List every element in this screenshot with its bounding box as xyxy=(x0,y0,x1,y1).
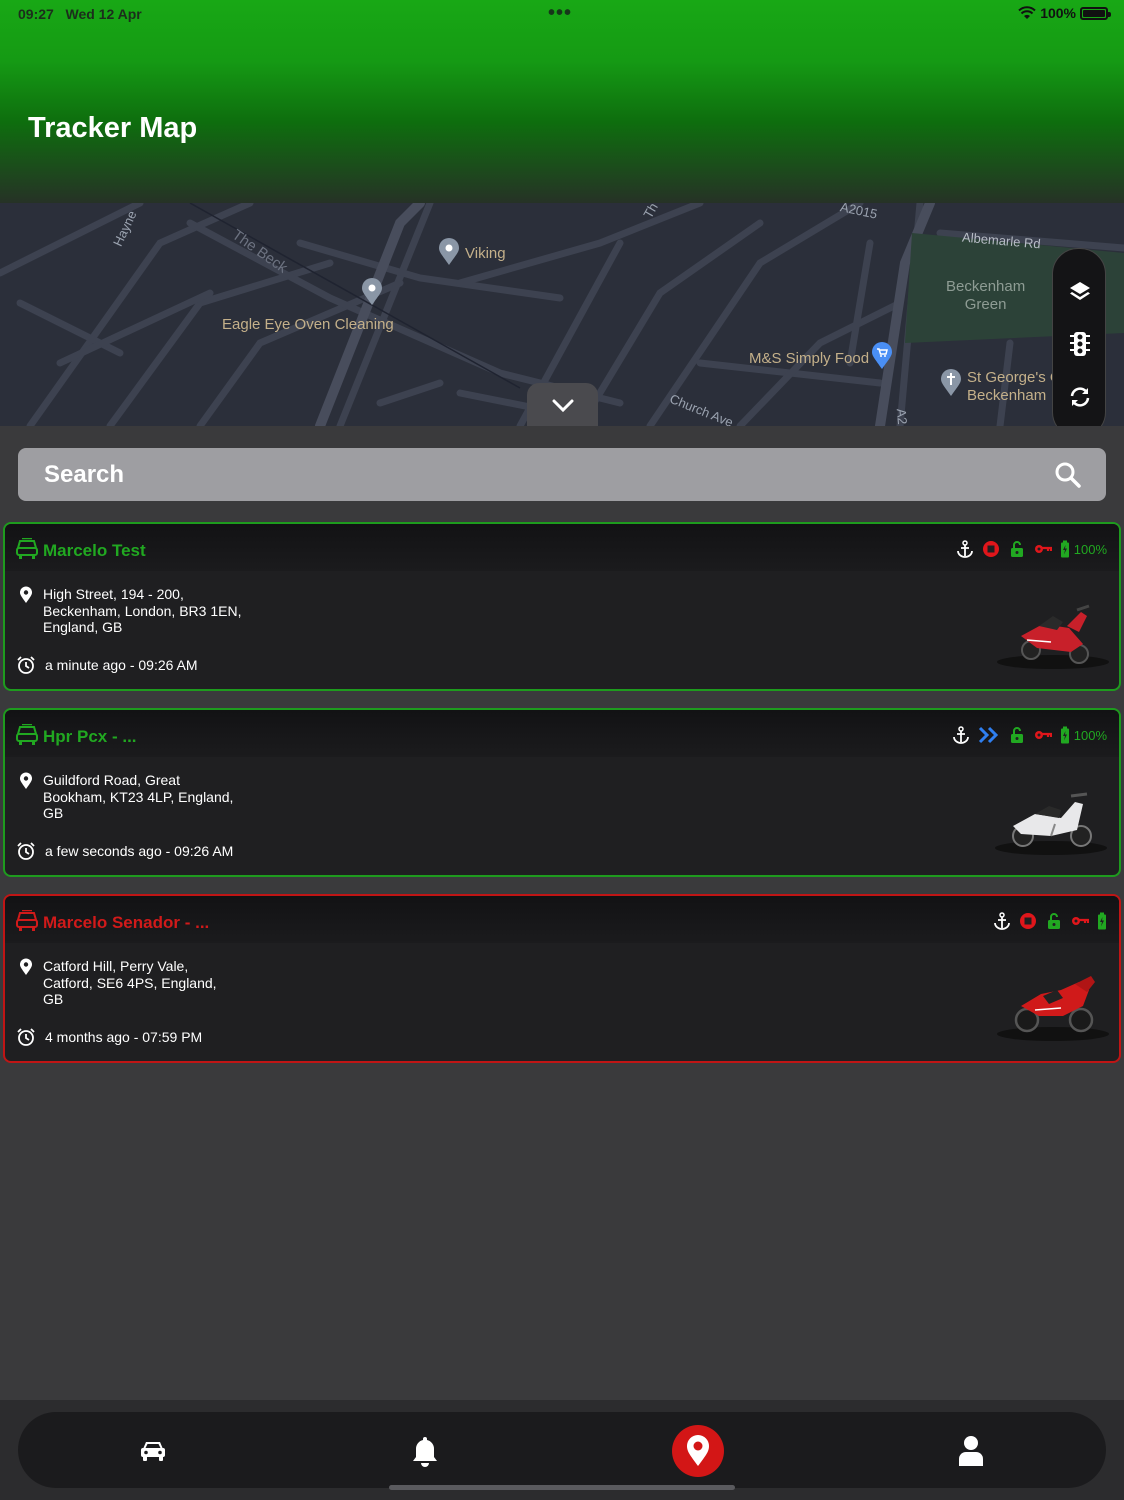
car-icon xyxy=(16,724,38,745)
layers-icon xyxy=(1070,282,1090,300)
vehicle-card-header: Marcelo Senador - ... xyxy=(5,896,1119,943)
church-pin-icon[interactable] xyxy=(940,369,962,397)
refresh-icon xyxy=(1070,387,1090,407)
vehicle-address-row: Guildford Road, Great Bookham, KT23 4LP,… xyxy=(19,772,245,822)
vehicle-address-row: High Street, 194 - 200, Beckenham, Londo… xyxy=(19,586,243,636)
vehicle-address: Guildford Road, Great Bookham, KT23 4LP,… xyxy=(43,772,234,821)
map-label-ms-food[interactable]: M&S Simply Food xyxy=(749,350,869,367)
vehicle-card-header: Marcelo Test 100% xyxy=(5,524,1119,571)
vehicle-address-row: Catford Hill, Perry Vale, Catford, SE6 4… xyxy=(19,958,225,1008)
vehicle-time-row: a minute ago - 09:26 AM xyxy=(16,655,198,675)
map-view[interactable]: Hayne The Beck Th A2015 Albemarle Rd Chu… xyxy=(0,203,1124,426)
vehicle-address: High Street, 194 - 200, Beckenham, Londo… xyxy=(43,586,242,635)
tab-map[interactable] xyxy=(672,1425,724,1477)
alarm-clock-icon xyxy=(17,842,35,860)
vehicle-card-header: Hpr Pcx - ... 100% xyxy=(5,710,1119,757)
car-icon xyxy=(16,910,38,931)
map-label-eagle-eye[interactable]: Eagle Eye Oven Cleaning xyxy=(222,316,394,333)
home-indicator[interactable] xyxy=(389,1485,735,1490)
alarm-clock-icon xyxy=(17,1028,35,1046)
tab-vehicles[interactable] xyxy=(127,1425,179,1477)
vehicle-image-red-scooter xyxy=(997,604,1109,669)
stopped-icon xyxy=(982,541,999,557)
vehicle-name: Marcelo Test xyxy=(43,541,146,560)
key-icon xyxy=(1034,731,1052,739)
vehicle-image-red-motorcycle xyxy=(997,976,1109,1041)
location-pin-icon xyxy=(20,958,32,975)
traffic-light-icon xyxy=(1070,332,1090,356)
search-input[interactable] xyxy=(44,448,1024,501)
chevron-down-icon xyxy=(552,399,573,412)
status-time: 09:27 Wed 12 Apr xyxy=(18,6,142,22)
user-icon xyxy=(959,1436,983,1466)
car-icon xyxy=(16,538,38,559)
bell-icon xyxy=(413,1437,437,1467)
battery-icon xyxy=(1098,912,1106,930)
vehicle-status-icons: 100% xyxy=(956,538,1107,560)
map-label-a2: A2 xyxy=(893,407,911,426)
battery-icon xyxy=(1080,6,1111,20)
location-pin-icon xyxy=(20,772,32,789)
moving-icon xyxy=(978,726,998,744)
vehicle-card[interactable]: Marcelo Senador - ... Catford Hill, Perr… xyxy=(3,894,1121,1063)
search-icon[interactable] xyxy=(1054,461,1082,489)
viking-pin-icon[interactable] xyxy=(438,238,460,266)
status-indicators: 100% xyxy=(1018,5,1111,21)
traffic-button[interactable] xyxy=(1066,330,1094,358)
multitask-dots-icon[interactable]: ••• xyxy=(548,2,572,25)
unlocked-icon xyxy=(1010,727,1023,743)
battery-percent: 100% xyxy=(1040,5,1076,21)
battery-percent: 100% xyxy=(1073,541,1107,557)
refresh-button[interactable] xyxy=(1066,383,1094,411)
wifi-icon xyxy=(1018,6,1036,19)
vehicle-time-row: 4 months ago - 07:59 PM xyxy=(16,1027,202,1047)
app-header: 09:27 Wed 12 Apr ••• 100% Tracker Map xyxy=(0,0,1124,203)
shopping-cart-pin-icon[interactable] xyxy=(871,342,893,370)
status-bar: 09:27 Wed 12 Apr ••• 100% xyxy=(0,0,1124,28)
anchor-icon xyxy=(952,726,969,744)
map-label-beckenham-green: Beckenham Green xyxy=(946,278,1026,313)
stopped-icon xyxy=(1020,913,1036,929)
map-label-viking[interactable]: Viking xyxy=(465,245,506,262)
search-bar xyxy=(18,448,1106,501)
vehicle-name: Hpr Pcx - ... xyxy=(43,727,137,746)
battery-icon xyxy=(1060,726,1069,744)
unlocked-icon xyxy=(1048,913,1060,929)
tab-profile[interactable] xyxy=(945,1425,997,1477)
vehicle-status-icons: 100% xyxy=(952,724,1107,746)
vehicle-card[interactable]: Marcelo Test 100% High Street, 194 - 200… xyxy=(3,522,1121,691)
vehicle-card[interactable]: Hpr Pcx - ... 100% Guildford Road, Great… xyxy=(3,708,1121,877)
anchor-icon xyxy=(994,912,1010,930)
anchor-icon xyxy=(956,540,973,558)
battery-icon xyxy=(1060,540,1069,558)
vehicle-image-white-scooter xyxy=(995,792,1107,855)
key-icon xyxy=(1034,545,1052,553)
vehicle-time-row: a few seconds ago - 09:26 AM xyxy=(16,841,233,861)
location-pin-icon xyxy=(20,586,32,603)
vehicle-status-icons xyxy=(993,910,1107,932)
page-title: Tracker Map xyxy=(28,112,198,144)
alarm-clock-icon xyxy=(17,656,35,674)
vehicle-name: Marcelo Senador - ... xyxy=(43,913,210,932)
collapse-map-button[interactable] xyxy=(527,383,598,426)
map-controls xyxy=(1052,248,1106,426)
vehicle-last-update: a few seconds ago - 09:26 AM xyxy=(45,843,234,859)
eagle-eye-pin-icon[interactable] xyxy=(361,278,383,306)
tab-bar-container xyxy=(18,1412,1106,1488)
vehicle-last-update: a minute ago - 09:26 AM xyxy=(45,657,198,673)
car-icon xyxy=(141,1442,165,1461)
battery-percent: 100% xyxy=(1073,727,1107,743)
unlocked-icon xyxy=(1010,541,1023,557)
map-pin-icon xyxy=(687,1435,709,1466)
layers-button[interactable] xyxy=(1066,277,1094,305)
vehicle-last-update: 4 months ago - 07:59 PM xyxy=(45,1029,203,1045)
vehicle-address: Catford Hill, Perry Vale, Catford, SE6 4… xyxy=(43,958,217,1007)
key-icon xyxy=(1072,917,1089,925)
tab-notifications[interactable] xyxy=(399,1425,451,1477)
